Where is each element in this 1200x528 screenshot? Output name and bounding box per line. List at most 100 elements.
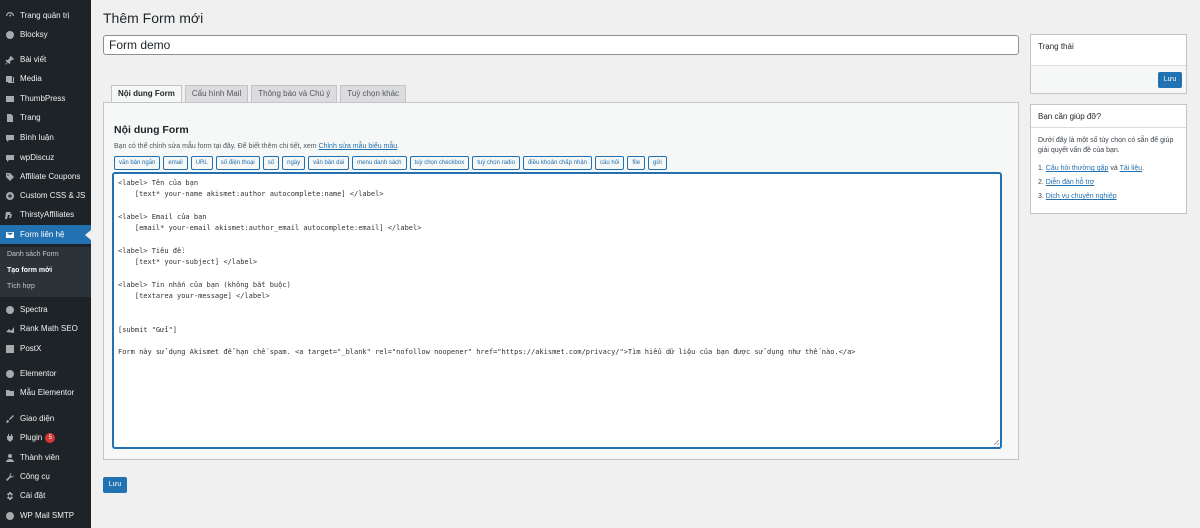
sidebar-item-tools[interactable]: Công cụ — [0, 467, 91, 486]
professional-services-link[interactable]: Dịch vụ chuyên nghiệp — [1046, 193, 1117, 200]
sidebar-item-thumbpress[interactable]: ThumbPress — [0, 89, 91, 108]
list-item: 1. Câu hỏi thường gặp và Tài liệu. — [1038, 164, 1144, 178]
tag-button-number[interactable]: số — [262, 156, 280, 170]
mail-smtp-icon — [5, 511, 15, 521]
spectra-icon — [5, 305, 15, 315]
form-title-input[interactable] — [103, 35, 1019, 55]
sidebar-item-users[interactable]: Thành viên — [0, 448, 91, 467]
status-box-title: Trạng thái — [1038, 42, 1074, 51]
tag-button-text[interactable]: văn bản ngắn — [114, 156, 161, 170]
docs-link[interactable]: Tài liệu — [1120, 165, 1143, 172]
sidebar-item-label: Rank Math SEO — [20, 324, 78, 333]
settings-icon — [5, 491, 15, 501]
sidebar-item-posts[interactable]: Bài viết — [0, 50, 91, 69]
plugin-icon — [5, 433, 15, 443]
sidebar-item-label: Blocksy — [20, 30, 48, 39]
media-icon — [5, 74, 15, 84]
sidebar-item-plugins[interactable]: Plugin 5 — [0, 428, 91, 447]
help-text: Dưới đây là một số tùy chọn có sẵn để gi… — [1038, 137, 1174, 154]
submenu-new-form[interactable]: Tạo form mới — [7, 267, 52, 274]
sidebar-item-rank-math[interactable]: Rank Math SEO — [0, 319, 91, 338]
tag-icon — [5, 172, 15, 182]
tag-button-radio[interactable]: tuỳ chọn radio — [472, 156, 520, 170]
tag-button-textarea[interactable]: văn bản dài — [308, 156, 350, 170]
tag-button-submit[interactable]: gửi — [648, 156, 667, 170]
tag-button-quiz[interactable]: câu hỏi — [595, 156, 625, 170]
sidebar-item-label: Plugin — [20, 433, 43, 442]
save-button[interactable]: Lưu — [1158, 72, 1182, 88]
wrench-icon — [5, 472, 15, 482]
resize-handle-icon[interactable] — [992, 438, 1000, 446]
panel-heading: Nội dung Form — [114, 124, 189, 136]
sidebar-item-settings[interactable]: Cài đặt — [0, 486, 91, 505]
tab-messages[interactable]: Thông báo và Chú ý — [251, 85, 338, 103]
panel-description: Bạn có thể chỉnh sửa mẫu form tại đây. Đ… — [114, 143, 399, 150]
sidebar-item-elementor[interactable]: Elementor — [0, 364, 91, 383]
sidebar-item-label: Affiliate Coupons — [20, 172, 81, 181]
form-tabs: Nội dung Form Cấu hình Mail Thông báo và… — [111, 85, 407, 103]
postx-icon — [5, 344, 15, 354]
page-title: Thêm Form mới — [103, 10, 204, 26]
save-button-bottom[interactable]: Lưu — [103, 477, 127, 493]
users-icon — [5, 453, 15, 463]
sidebar-item-label: Media — [20, 74, 42, 83]
sidebar-item-pages[interactable]: Trang — [0, 108, 91, 127]
sidebar-item-wpdiscuz[interactable]: wpDiscuz — [0, 148, 91, 167]
faq-link[interactable]: Câu hỏi thường gặp — [1046, 165, 1109, 172]
tag-button-email[interactable]: email — [163, 156, 188, 170]
edit-template-link[interactable]: Chỉnh sửa mẫu biểu mẫu — [319, 143, 398, 150]
submenu-form-list[interactable]: Danh sách Form — [7, 251, 59, 258]
sidebar-item-postx[interactable]: PostX — [0, 339, 91, 358]
sidebar-item-wp-mail-smtp[interactable]: WP Mail SMTP — [0, 506, 91, 525]
sidebar-item-dashboard[interactable]: Trang quản trị — [0, 6, 91, 25]
plus-circle-icon — [5, 191, 15, 201]
help-links-list: 1. Câu hỏi thường gặp và Tài liệu. 2. Di… — [1038, 164, 1144, 206]
tab-mail-config[interactable]: Cấu hình Mail — [184, 85, 249, 103]
sidebar-item-contact-form[interactable]: Form liên hệ — [0, 225, 91, 244]
submenu-integration[interactable]: Tích hợp — [7, 283, 35, 290]
list-item: 3. Dịch vụ chuyên nghiệp — [1038, 192, 1144, 206]
sidebar-item-label: Công cụ — [20, 472, 50, 481]
tag-button-file[interactable]: file — [627, 156, 646, 170]
sidebar-item-label: Mẫu Elementor — [20, 388, 75, 397]
sidebar-item-media[interactable]: Media — [0, 69, 91, 88]
tag-button-tel[interactable]: số điện thoại — [215, 156, 260, 170]
mail-icon — [5, 230, 15, 240]
sidebar-item-label: Elementor — [20, 369, 57, 378]
sidebar-item-label: PostX — [20, 344, 42, 353]
sidebar-item-label: Trang — [20, 113, 41, 122]
pin-icon — [5, 55, 15, 65]
list-text-end: . — [1142, 165, 1145, 172]
sidebar-item-appearance[interactable]: Giao diện — [0, 409, 91, 428]
list-item: 2. Diễn đàn hỗ trợ — [1038, 178, 1144, 192]
sidebar-item-label: Trang quản trị — [20, 11, 70, 20]
sidebar-item-label: Cài đặt — [20, 491, 46, 500]
tag-button-date[interactable]: ngày — [282, 156, 306, 170]
sidebar-item-elementor-templates[interactable]: Mẫu Elementor — [0, 383, 91, 402]
tag-button-url[interactable]: URL — [190, 156, 213, 170]
form-template-editor[interactable]: <label> Tên của bạn [text* your-name aki… — [113, 173, 1001, 448]
panel-description-end: . — [397, 143, 400, 150]
help-box: Bạn cần giúp đỡ? Dưới đây là một số tùy … — [1030, 104, 1187, 214]
tab-form-content[interactable]: Nội dung Form — [111, 85, 182, 103]
tag-button-acceptance[interactable]: điều khoản chấp nhận — [522, 156, 592, 170]
sidebar-item-affiliate-coupons[interactable]: Affiliate Coupons — [0, 167, 91, 186]
list-text: và — [1108, 165, 1120, 172]
sidebar-item-spectra[interactable]: Spectra — [0, 300, 91, 319]
support-forum-link[interactable]: Diễn đàn hỗ trợ — [1046, 179, 1095, 186]
blocksy-icon — [5, 30, 15, 40]
tag-button-menu[interactable]: menu danh sách — [352, 156, 407, 170]
elementor-icon — [5, 369, 15, 379]
tag-button-checkbox[interactable]: tuỳ chọn checkbox — [409, 156, 470, 170]
sidebar-item-comments[interactable]: Bình luận — [0, 128, 91, 147]
sidebar-item-custom-css-js[interactable]: Custom CSS & JS — [0, 186, 91, 205]
tag-generator-buttons: văn bản ngắn email URL số điện thoại số … — [114, 156, 667, 170]
sidebar-item-blocksy[interactable]: Blocksy — [0, 25, 91, 44]
sidebar-item-label: wpDiscuz — [20, 153, 55, 162]
list-number: 1. — [1038, 165, 1044, 172]
thumbpress-icon — [5, 94, 15, 104]
plugin-update-badge: 5 — [45, 432, 56, 443]
sidebar-item-thirstyaffiliates[interactable]: ThirstyAffiliates — [0, 205, 91, 224]
tab-additional-settings[interactable]: Tuỳ chọn khác — [340, 85, 407, 103]
sidebar-item-label: Custom CSS & JS — [20, 191, 86, 200]
